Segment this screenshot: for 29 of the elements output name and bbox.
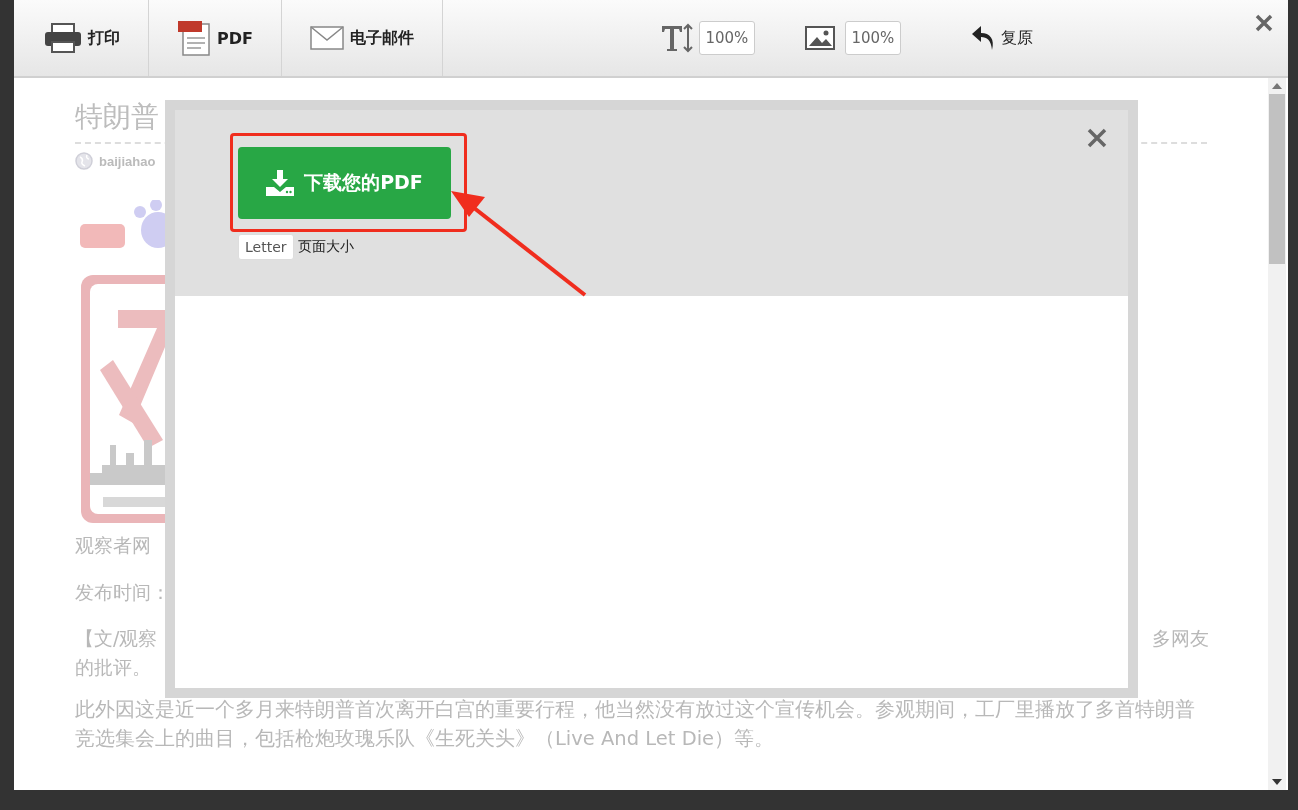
text-size-field[interactable]: 100% [698,21,755,55]
image-icon [804,26,835,50]
scrollbar-thumb[interactable] [1269,94,1285,264]
paragraph-text: 此外因这是近一个多月来特朗普首次离开白宫的重要行程，他当然没有放过这个宣传机会。参观期间，工厂里播放了多首特朗普竞选集会上的曲目，包括枪炮玫瑰乐队《生死关头》（Live And Let Die）等。 [75,697,1196,753]
toolbar-button[interactable]: 打印 [14,0,149,76]
printer-icon [44,23,82,53]
envelope-icon [309,26,344,50]
undo-icon [970,25,995,51]
pdf-document-icon [177,20,211,56]
scroll-up-icon[interactable] [1272,83,1282,89]
article-title: 特朗普 [75,100,159,133]
image-size-field[interactable]: 100% [844,21,901,55]
text-size-icon [660,23,693,53]
paragraph-text: 【文/观察 [75,626,158,651]
scroll-down-icon[interactable] [1272,779,1282,785]
reset-button[interactable]: 复原 [964,24,1039,52]
close-icon[interactable] [1086,127,1108,149]
globe-icon [75,152,93,170]
page-size-select[interactable]: Letter [238,234,294,260]
scrollbar[interactable] [1268,78,1286,790]
toolbar-button[interactable]: PDF [149,0,282,76]
paragraph-text: 的批评。 [75,654,152,680]
paragraph-text: 多网友 [1152,626,1209,651]
close-icon[interactable] [1254,13,1274,33]
toolbar-button[interactable]: 电子邮件 [281,0,443,76]
page-size-label: 页面大小 [297,238,354,256]
publish-time-label: 发布时间： [75,579,171,605]
download-icon [266,170,295,196]
author-name: 观察者网 [75,533,152,558]
